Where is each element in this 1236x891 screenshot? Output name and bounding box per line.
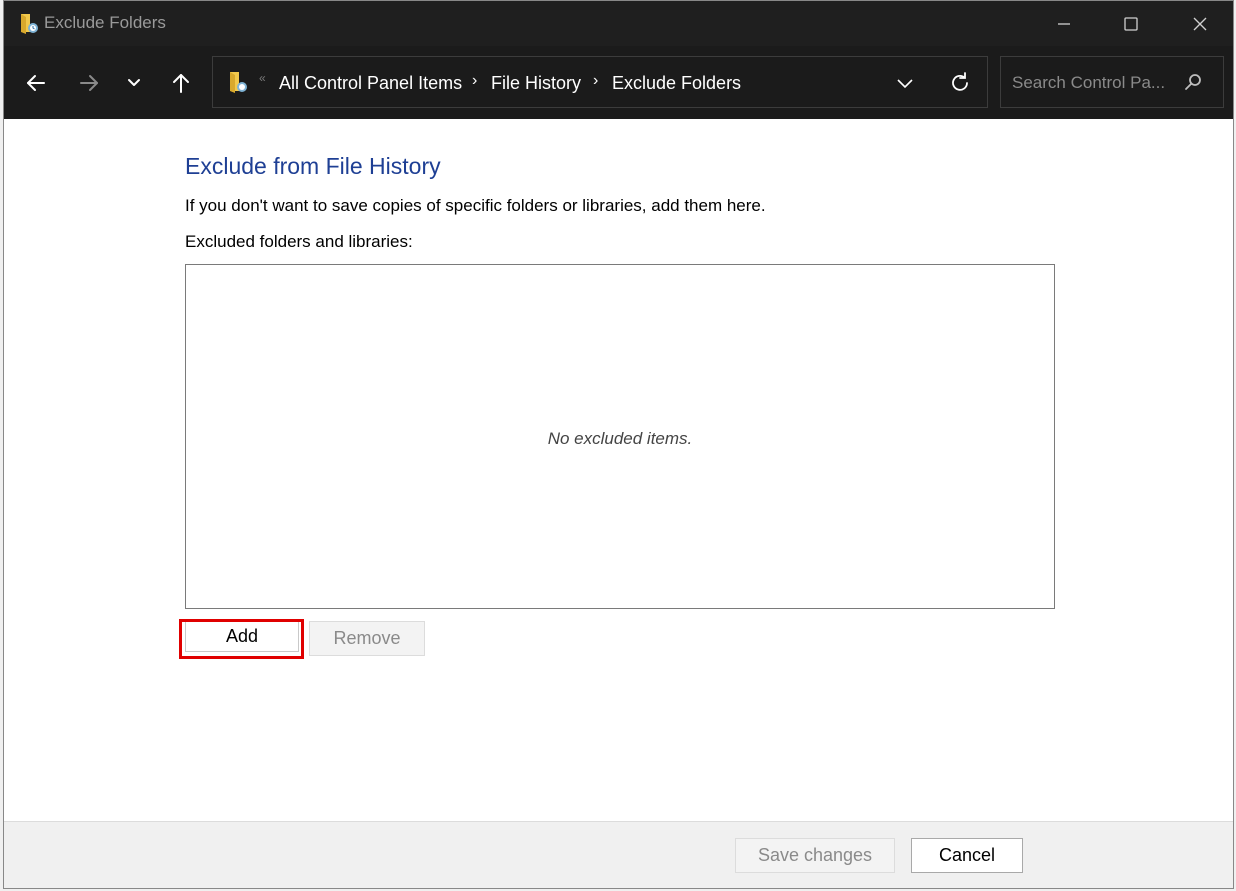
file-history-app-icon [21,14,38,34]
cancel-button[interactable]: Cancel [911,838,1023,873]
breadcrumb-chevron-icon[interactable]: › [593,72,598,90]
remove-button[interactable]: Remove [309,621,425,656]
file-history-window: Exclude Folders « All Control Panel Item… [3,0,1234,889]
search-icon[interactable] [1183,72,1203,92]
breadcrumb-chevron-icon[interactable]: › [472,72,477,90]
address-bar[interactable]: « All Control Panel Items › File History… [212,56,988,108]
navigation-bar: « All Control Panel Items › File History… [4,46,1233,119]
back-arrow-icon [27,75,45,91]
file-history-folder-icon [230,72,247,93]
empty-list-message: No excluded items. [547,429,693,448]
breadcrumb-file-history[interactable]: File History [491,73,581,94]
maximize-button[interactable] [1096,1,1166,46]
save-changes-button[interactable]: Save changes [735,838,895,873]
search-box[interactable] [1000,56,1224,108]
breadcrumb-all-control-panel-items[interactable]: All Control Panel Items [279,73,462,94]
title-bar: Exclude Folders [4,1,1233,46]
close-button[interactable] [1165,1,1235,46]
up-button[interactable] [163,65,199,101]
page-description: If you don't want to save copies of spec… [185,196,766,215]
minimize-button[interactable] [1029,1,1099,46]
dialog-footer: Save changes Cancel [4,821,1233,888]
minimize-icon [1058,22,1070,25]
refresh-icon[interactable] [947,70,973,96]
main-content: Exclude from File History If you don't w… [4,119,1233,822]
breadcrumb-overflow-icon[interactable]: « [259,71,266,85]
up-arrow-icon [173,74,189,93]
recent-locations-icon [128,79,140,86]
page-title: Exclude from File History [185,153,441,179]
chevron-down-icon[interactable] [893,71,917,95]
forward-arrow-icon [80,75,98,91]
add-button[interactable]: Add [185,621,299,652]
maximize-icon [1124,16,1138,31]
breadcrumb-exclude-folders[interactable]: Exclude Folders [612,73,741,94]
excluded-items-list[interactable]: No excluded items. [185,264,1055,609]
forward-button[interactable] [71,65,107,101]
search-input[interactable] [1010,70,1184,96]
back-button[interactable] [18,65,54,101]
excluded-list-label: Excluded folders and libraries: [185,232,413,251]
window-title: Exclude Folders [44,13,166,32]
recent-locations-button[interactable] [116,65,152,101]
close-icon [1193,17,1207,30]
